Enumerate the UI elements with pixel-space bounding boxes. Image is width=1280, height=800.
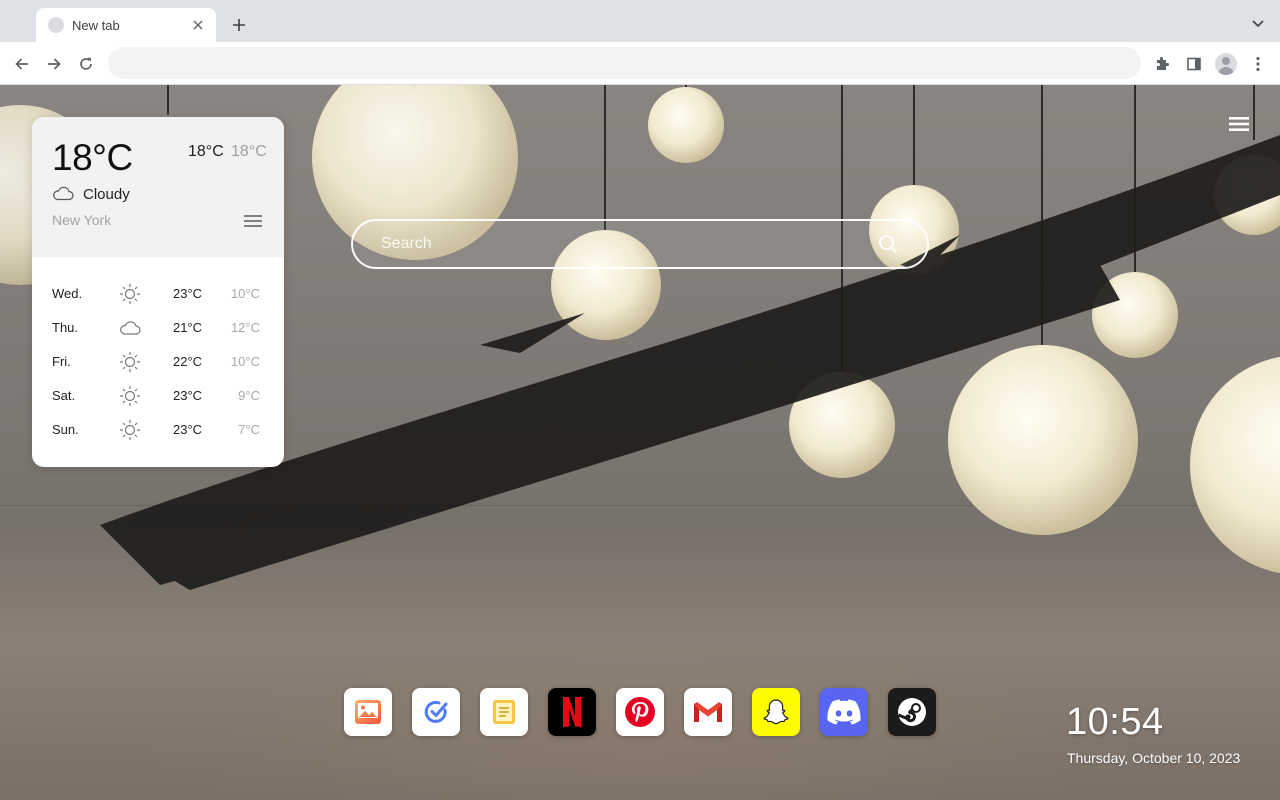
forecast-high: 22°C: [173, 354, 203, 369]
hamburger-icon[interactable]: [243, 213, 263, 229]
forecast-high: 23°C: [173, 388, 203, 403]
sun-icon: [120, 284, 140, 304]
weather-city: New York: [52, 212, 112, 228]
forecast-day: Sat.: [52, 388, 76, 403]
avatar: [1215, 53, 1237, 75]
kebab-menu-icon[interactable]: [1244, 50, 1272, 78]
forecast-day: Thu.: [52, 320, 79, 335]
app-dock: [344, 688, 936, 736]
forecast-high: 23°C: [173, 286, 203, 301]
image-icon: [355, 700, 381, 724]
sun-icon: [120, 386, 140, 406]
forecast-low: 7°C: [238, 422, 260, 437]
today-high: 18°C: [188, 143, 224, 160]
tab-new-tab[interactable]: New tab: [36, 8, 216, 42]
forecast-row: Sun. 23°C 7°C: [32, 413, 284, 447]
forecast-low: 9°C: [238, 388, 260, 403]
note-icon: [493, 700, 515, 724]
forecast-day: Wed.: [52, 286, 83, 301]
hamburger-icon[interactable]: [1228, 115, 1250, 133]
chevron-down-icon[interactable]: [1246, 12, 1270, 36]
pinterest-icon: [625, 697, 655, 727]
today-low: 18°C: [231, 143, 267, 160]
tab-title: New tab: [72, 17, 120, 33]
forecast-row: Wed. 23°C 10°C: [32, 277, 284, 311]
forecast-day: Sun.: [52, 422, 79, 437]
discord-icon: [827, 699, 861, 725]
weather-forecast: Wed. 23°C 10°C Thu. 21°C 12°C Fri. 22°C …: [32, 257, 284, 447]
dock-item-notes[interactable]: [480, 688, 528, 736]
cloud-icon: [120, 321, 141, 335]
search-icon[interactable]: [878, 234, 898, 254]
forecast-row: Sat. 23°C 9°C: [32, 379, 284, 413]
sun-icon: [120, 420, 140, 440]
current-temperature: 18°C: [52, 137, 133, 178]
search-box: [351, 219, 929, 269]
dock-item-netflix[interactable]: [548, 688, 596, 736]
dock-item-snapchat[interactable]: [752, 688, 800, 736]
forecast-low: 10°C: [230, 286, 260, 301]
cloud-icon: [53, 186, 74, 201]
forecast-low: 10°C: [230, 354, 260, 369]
address-bar[interactable]: [108, 47, 1141, 79]
forecast-high: 23°C: [173, 422, 203, 437]
clock-time: 10:54: [1066, 701, 1164, 743]
dock-item-steam[interactable]: [888, 688, 936, 736]
side-panel-icon[interactable]: [1180, 50, 1208, 78]
dock-item-photos[interactable]: [344, 688, 392, 736]
forecast-row: Thu. 21°C 12°C: [32, 311, 284, 345]
globe-icon: [48, 17, 64, 33]
netflix-icon: [563, 697, 581, 728]
reload-icon[interactable]: [72, 50, 100, 78]
search-input[interactable]: [381, 221, 861, 267]
weather-widget: 18°C 18°C 18°C Cloudy New York Wed. 23°C…: [32, 117, 284, 467]
dock-item-tasks[interactable]: [412, 688, 460, 736]
dock-item-discord[interactable]: [820, 688, 868, 736]
forward-arrow-icon[interactable]: [40, 50, 68, 78]
browser-toolbar: [0, 42, 1280, 85]
back-arrow-icon[interactable]: [8, 50, 36, 78]
avatar-icon[interactable]: [1212, 50, 1240, 78]
steam-icon: [897, 698, 926, 726]
weather-current: 18°C 18°C 18°C Cloudy New York: [32, 117, 284, 257]
sun-icon: [120, 352, 140, 372]
plus-icon[interactable]: [226, 12, 252, 38]
dock-item-gmail[interactable]: [684, 688, 732, 736]
forecast-low: 12°C: [230, 320, 260, 335]
forecast-day: Fri.: [52, 354, 71, 369]
tab-strip: New tab: [0, 0, 1280, 42]
clock-date: Thursday, October 10, 2023: [1067, 750, 1241, 766]
forecast-row: Fri. 22°C 10°C: [32, 345, 284, 379]
new-tab-page: 18°C 18°C 18°C Cloudy New York Wed. 23°C…: [0, 85, 1280, 800]
puzzle-icon[interactable]: [1148, 50, 1176, 78]
close-icon[interactable]: [190, 17, 206, 33]
forecast-high: 21°C: [173, 320, 203, 335]
dock-item-pinterest[interactable]: [616, 688, 664, 736]
gmail-icon: [694, 702, 722, 722]
weather-condition: Cloudy: [83, 186, 130, 203]
check-circle-icon: [424, 700, 448, 723]
snapchat-icon: [763, 699, 789, 725]
